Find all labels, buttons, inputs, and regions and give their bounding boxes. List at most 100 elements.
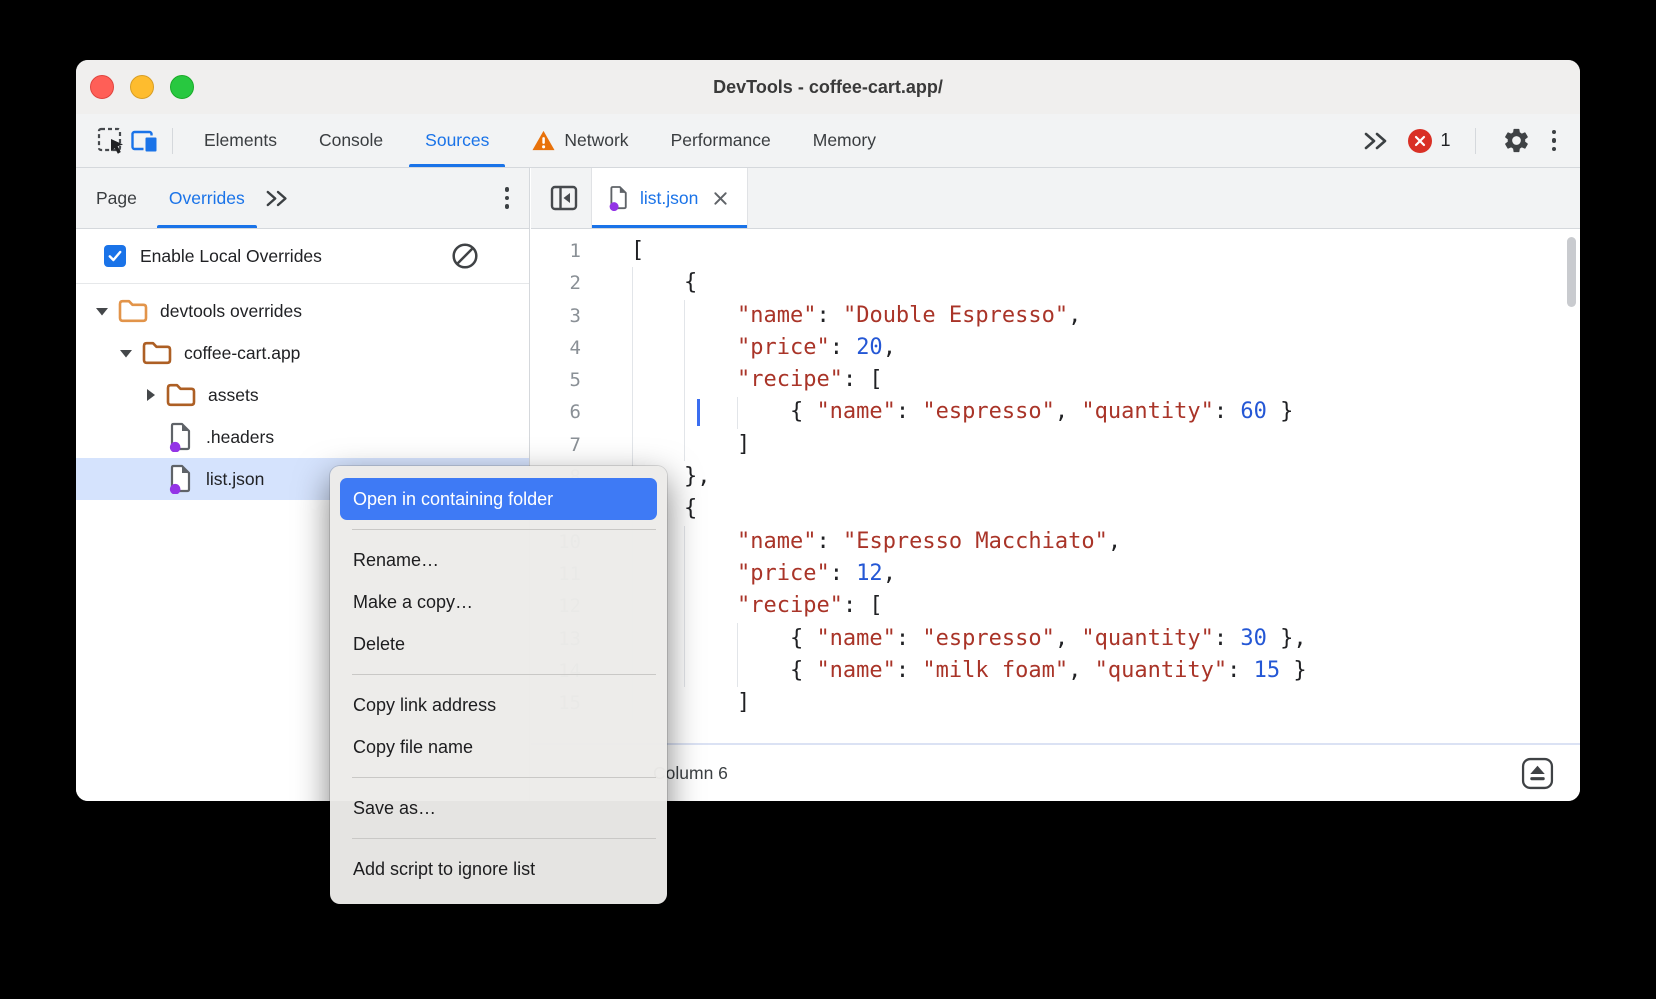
chevron-double-icon [1363,132,1391,150]
settings-button[interactable] [1500,124,1534,158]
code-line: { [631,493,1307,525]
tab-elements[interactable]: Elements [183,114,298,167]
tab-overrides[interactable]: Overrides [153,168,261,228]
error-count: 1 [1440,130,1450,151]
disclosure-collapsed-icon[interactable] [142,388,158,402]
enable-overrides-checkbox[interactable] [104,245,126,267]
inspect-element-button[interactable] [94,124,128,158]
menu-separator [352,777,656,778]
tab-page[interactable]: Page [80,168,153,228]
file-tab-list-json[interactable]: list.json [591,168,748,228]
editor-pane: list.json 123456789101112131415 [ { [531,168,1580,801]
enable-overrides-label: Enable Local Overrides [140,246,451,267]
scrollbar-thumb[interactable] [1567,237,1576,307]
menu-item-copy-file-name[interactable]: Copy file name [330,726,667,768]
disclosure-expanded-icon[interactable] [94,304,110,318]
menu-item-add-script-to-ignore-list[interactable]: Add script to ignore list [330,848,667,890]
devtools-window: DevTools - coffee-cart.app/ Elements Con… [76,60,1580,801]
close-window-button[interactable] [90,75,114,99]
tab-console[interactable]: Console [298,114,404,167]
inspect-icon [96,126,126,156]
tab-performance[interactable]: Performance [650,114,792,167]
code-line: "recipe": [ [631,590,1307,622]
tree-item-headers[interactable]: .headers [76,416,529,458]
code-line: { "name": "milk foam", "quantity": 15 } [631,655,1307,687]
folder-icon [118,299,148,323]
kebab-icon [1552,130,1557,135]
menu-item-open-in-containing-folder[interactable]: Open in containing folder [340,478,657,520]
editor-statusbar: Column 6 [531,743,1580,801]
code-line: { [631,267,1307,299]
sidebar-header: Page Overrides [76,168,529,229]
line-number[interactable]: 5 [531,364,581,396]
code-content[interactable]: 123456789101112131415 [ { "name": "Doubl… [531,229,1580,743]
toolbar-divider [1475,128,1476,154]
code-line: { "name": "espresso", "quantity": 60 } [631,396,1307,428]
line-number[interactable]: 4 [531,332,581,364]
menu-separator [352,838,656,839]
customize-devtools-button[interactable] [1548,126,1561,156]
hide-navigator-button[interactable] [547,181,581,215]
tree-item-coffee-cart-app[interactable]: coffee-cart.app [76,332,529,374]
disclosure-expanded-icon[interactable] [118,346,134,360]
window-title: DevTools - coffee-cart.app/ [713,77,943,98]
code-editor[interactable]: [ { "name": "Double Espresso", "price": … [631,235,1307,719]
panel-tabs: Elements Console Sources Network Perform… [183,114,897,167]
line-number[interactable]: 3 [531,300,581,332]
line-number[interactable]: 2 [531,267,581,299]
folder-icon [166,383,196,407]
menu-item-copy-link-address[interactable]: Copy link address [330,684,667,726]
tab-sources[interactable]: Sources [404,114,510,167]
device-toolbar-button[interactable] [128,124,162,158]
open-containing-button[interactable] [1521,757,1554,790]
gear-icon [1502,126,1531,155]
code-line: "recipe": [ [631,364,1307,396]
tree-item-label: devtools overrides [160,301,302,322]
minimize-window-button[interactable] [130,75,154,99]
menu-separator [352,529,656,530]
menu-item-delete[interactable]: Delete [330,623,667,665]
toolbar-divider [172,128,173,154]
checkmark-icon [107,248,123,264]
menu-item-make-a-copy[interactable]: Make a copy… [330,581,667,623]
line-number[interactable]: 7 [531,429,581,461]
tree-item-assets[interactable]: assets [76,374,529,416]
more-sidebar-tabs-button[interactable] [261,181,295,215]
tree-item-devtools-overrides[interactable]: devtools overrides [76,290,529,332]
device-toolbar-icon [130,126,160,156]
sidebar-menu-button[interactable] [501,183,514,213]
editor-tabbar: list.json [531,168,1580,229]
code-line: "price": 12, [631,558,1307,590]
menu-separator [352,674,656,675]
titlebar: DevTools - coffee-cart.app/ [76,60,1580,115]
tab-memory[interactable]: Memory [792,114,897,167]
chevron-double-icon [265,190,291,207]
block-icon [451,242,479,270]
more-panels-button[interactable] [1360,124,1394,158]
file-modified-icon [608,185,630,211]
close-tab-button[interactable] [710,188,731,209]
code-line: ] [631,429,1307,461]
zoom-window-button[interactable] [170,75,194,99]
folder-icon [142,341,172,365]
menu-item-save-as[interactable]: Save as… [330,787,667,829]
file-modified-icon [168,422,194,452]
clear-configuration-button[interactable] [451,242,479,270]
error-badge[interactable]: 1 [1408,129,1450,153]
menu-item-rename[interactable]: Rename… [330,539,667,581]
context-menu: Open in containing folder Rename… Make a… [330,466,667,904]
tree-item-label: .headers [206,427,274,448]
file-modified-icon [168,464,194,494]
tab-network[interactable]: Network [510,114,649,167]
error-icon [1408,129,1432,153]
warning-icon [531,129,556,152]
code-line: [ [631,235,1307,267]
text-cursor [697,399,700,426]
code-line: "price": 20, [631,332,1307,364]
enable-overrides-row: Enable Local Overrides [76,229,529,284]
eject-icon [1521,757,1554,790]
line-number[interactable]: 6 [531,396,581,428]
line-number[interactable]: 1 [531,235,581,267]
file-tab-label: list.json [640,188,698,209]
panel-collapse-left-icon [549,183,579,213]
